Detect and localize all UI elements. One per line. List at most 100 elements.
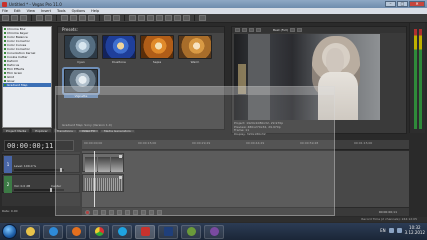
taskbar-skype[interactable] <box>112 224 132 239</box>
menu-tools[interactable]: Tools <box>57 9 66 13</box>
video-fx-list: Chroma Blur Chroma Keyer Color Balance C… <box>2 26 52 128</box>
menu-insert[interactable]: Insert <box>41 9 51 13</box>
taskbar-vegas[interactable] <box>135 224 155 239</box>
preview-properties-icon[interactable] <box>235 28 240 32</box>
system-tray: EN 10:32 3.12.2012 <box>380 225 425 235</box>
taskbar-photoshop[interactable] <box>158 224 178 239</box>
vegas-app-icon <box>2 1 7 7</box>
language-indicator[interactable]: EN <box>380 228 386 233</box>
menu-edit[interactable]: Edit <box>14 9 21 13</box>
delete-icon[interactable] <box>88 15 95 21</box>
preset-thumbnail[interactable] <box>64 35 98 59</box>
menu-help[interactable]: Help <box>91 9 99 13</box>
windows-taskbar: EN 10:32 3.12.2012 <box>0 223 427 240</box>
menu-file[interactable]: File <box>2 9 8 13</box>
split-screen-icon[interactable] <box>249 28 254 32</box>
taskbar-media-player[interactable] <box>43 224 63 239</box>
firefox-icon <box>71 227 81 236</box>
preset-label: Cyan <box>77 60 85 64</box>
preset-label: Dualtone <box>112 60 126 64</box>
minimize-button[interactable]: – <box>385 1 396 7</box>
track-level-label: Level: 100.0 % <box>14 164 37 168</box>
close-button[interactable]: ✕ <box>409 1 425 7</box>
right-channel-meter <box>419 29 422 129</box>
help-icon[interactable] <box>199 15 206 21</box>
render-icon[interactable] <box>45 15 52 21</box>
app-icon <box>186 227 196 236</box>
new-project-icon[interactable] <box>2 15 9 21</box>
zoom-tool-icon[interactable] <box>183 15 190 21</box>
taskbar-firefox[interactable] <box>66 224 86 239</box>
overlays-icon[interactable] <box>256 28 261 32</box>
playback-rate[interactable]: Rate: 0.00 <box>2 209 18 213</box>
selection-tool-icon[interactable] <box>174 15 181 21</box>
app-icon <box>209 227 219 236</box>
taskbar-explorer[interactable] <box>20 224 40 239</box>
open-icon[interactable] <box>11 15 18 21</box>
paste-icon[interactable] <box>79 15 86 21</box>
tab-explorer[interactable]: Explorer <box>31 128 52 133</box>
maximize-button[interactable]: □ <box>397 1 408 7</box>
master-bus-meters <box>409 23 425 133</box>
track-volume-label: Vol: 0.0 dB <box>14 184 31 188</box>
status-bar: Record Time (2 channels): 244:12:05 <box>0 217 427 222</box>
taskbar-app[interactable] <box>181 224 201 239</box>
folder-icon <box>25 227 35 236</box>
volume-icon[interactable] <box>396 227 402 233</box>
translucent-overlay-window <box>55 86 335 216</box>
preset-label: Sepia <box>152 60 162 64</box>
media-player-icon <box>48 227 58 236</box>
menu-view[interactable]: View <box>27 9 35 13</box>
toolbar-divider <box>194 15 195 21</box>
end-timecode: 00:00:00;11 <box>378 210 397 214</box>
toolbar-divider <box>31 15 32 21</box>
track-number: 1 <box>4 156 12 173</box>
left-channel-meter <box>414 29 417 129</box>
chrome-icon <box>94 227 104 236</box>
presets-header: Presets: <box>58 27 224 33</box>
normal-edit-tool-icon[interactable] <box>156 15 163 21</box>
properties-icon[interactable] <box>36 15 43 21</box>
lock-envelopes-icon[interactable] <box>147 15 154 21</box>
save-snapshot-icon[interactable] <box>297 28 303 32</box>
toolbar-divider <box>99 15 100 21</box>
save-icon[interactable] <box>20 15 27 21</box>
preset-label: Warm <box>190 60 200 64</box>
copy-snapshot-icon[interactable] <box>290 28 296 32</box>
toolbar-divider <box>124 15 125 21</box>
skype-icon <box>117 227 127 236</box>
redo-icon[interactable] <box>113 15 120 21</box>
overlay-window-header <box>56 87 334 95</box>
undo-icon[interactable] <box>104 15 111 21</box>
taskbar-chrome[interactable] <box>89 224 109 239</box>
window-controls: – □ ✕ <box>385 1 425 7</box>
main-toolbar <box>0 14 427 23</box>
tab-project-media[interactable]: Project Media <box>2 128 31 133</box>
cut-icon[interactable] <box>61 15 68 21</box>
title-bar: Untitled * - Vegas Pro 11.0 – □ ✕ <box>0 0 427 8</box>
external-monitor-icon[interactable] <box>242 28 247 32</box>
window-title: Untitled * - Vegas Pro 11.0 <box>9 1 62 7</box>
auto-ripple-icon[interactable] <box>138 15 145 21</box>
fx-list-item-selected[interactable]: Gradient Map <box>3 83 51 87</box>
slider-knob[interactable] <box>50 188 52 192</box>
vegas-pro-window: Untitled * - Vegas Pro 11.0 – □ ✕ File E… <box>0 0 427 240</box>
snapping-icon[interactable] <box>129 15 136 21</box>
preset-thumbnail[interactable] <box>102 35 136 59</box>
clock-date: 3.12.2012 <box>404 230 425 235</box>
toolbar-divider <box>56 15 57 21</box>
menu-options[interactable]: Options <box>72 9 86 13</box>
taskbar-app[interactable] <box>204 224 224 239</box>
preview-quality-select[interactable]: Best (Full) <box>273 28 288 32</box>
ruler-mark: 00:01:15;00 <box>354 141 373 145</box>
photoshop-icon <box>163 227 173 236</box>
vegas-icon <box>140 227 150 236</box>
preset-thumbnail[interactable] <box>178 35 212 59</box>
taskbar-clock[interactable]: 10:32 3.12.2012 <box>405 225 425 235</box>
copy-icon[interactable] <box>70 15 77 21</box>
network-icon[interactable] <box>388 227 394 233</box>
start-button[interactable] <box>2 224 17 239</box>
track-number: 2 <box>4 176 12 193</box>
preset-thumbnail[interactable] <box>140 35 174 59</box>
envelope-tool-icon[interactable] <box>165 15 172 21</box>
